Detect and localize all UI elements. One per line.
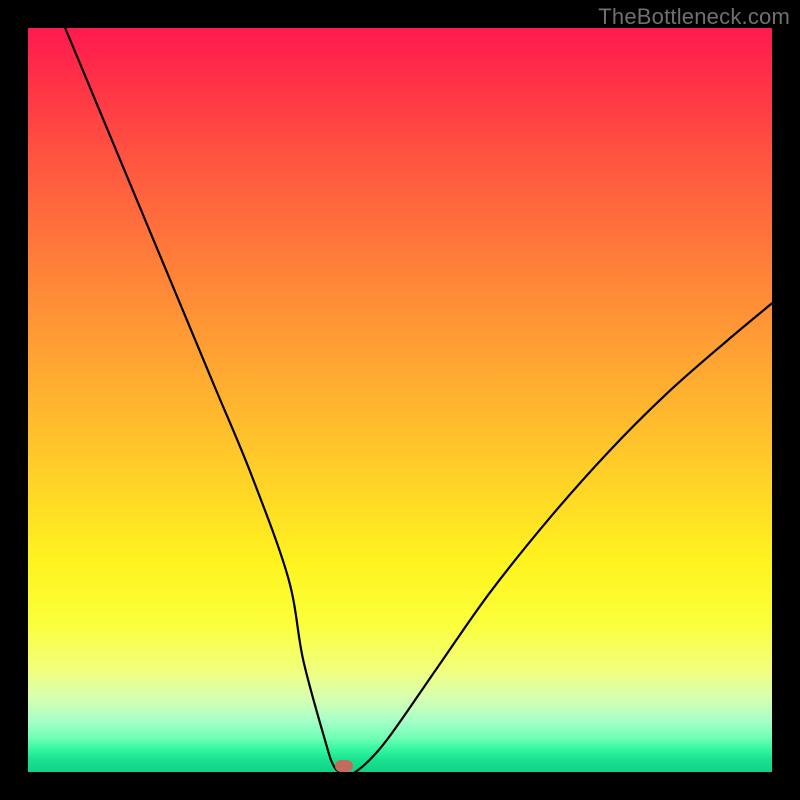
- bottleneck-curve: [28, 28, 772, 772]
- watermark-text: TheBottleneck.com: [598, 4, 790, 30]
- plot-area: [28, 28, 772, 772]
- optimal-point-marker: [335, 760, 353, 772]
- chart-frame: TheBottleneck.com: [0, 0, 800, 800]
